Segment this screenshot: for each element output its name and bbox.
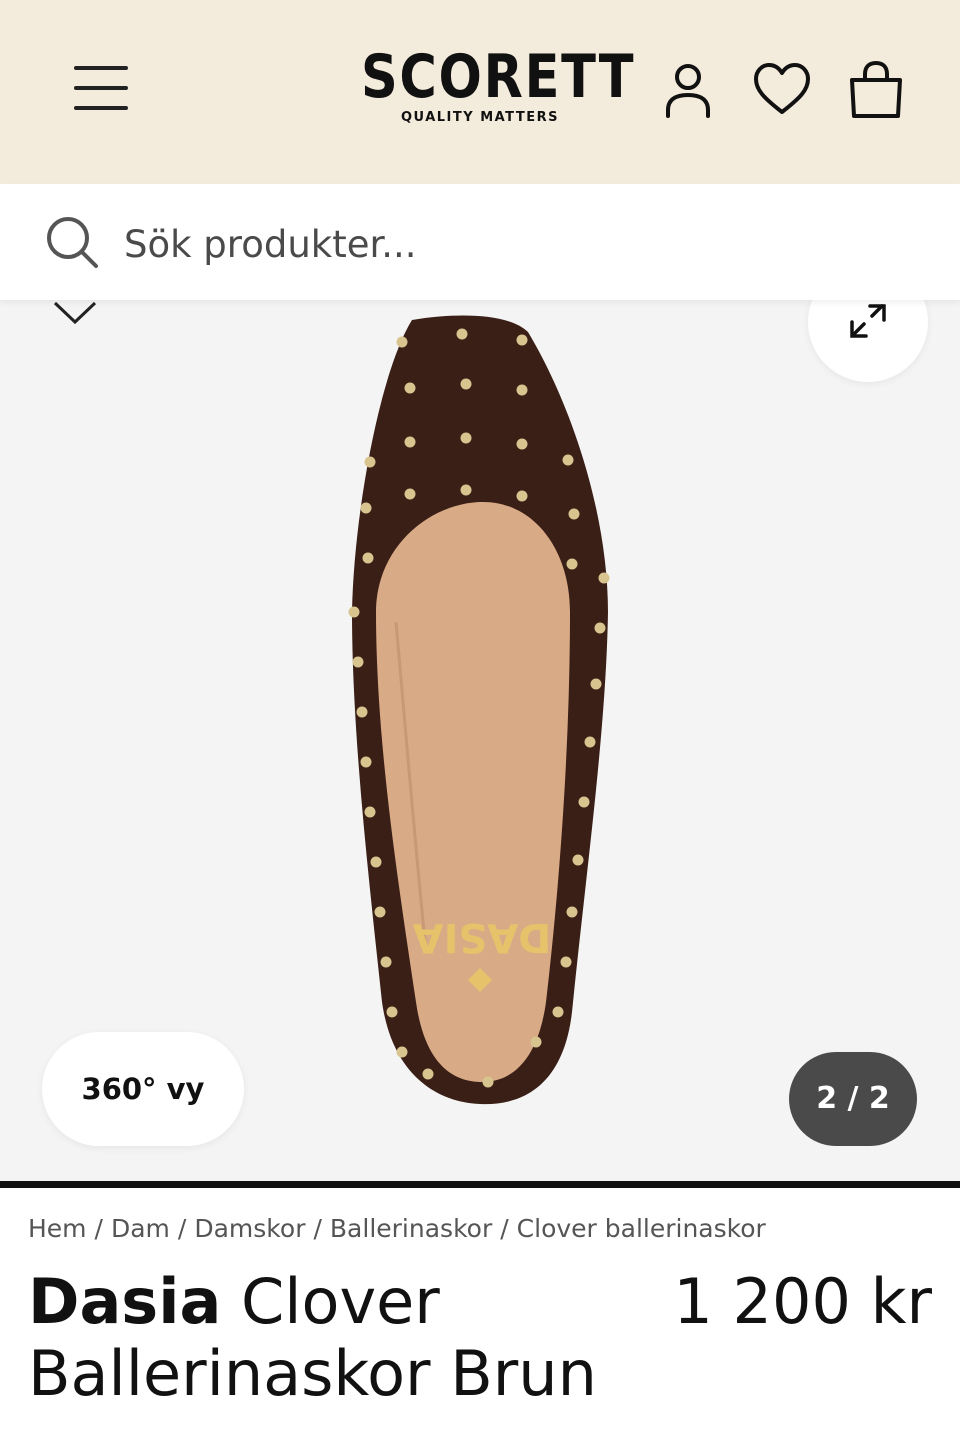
hamburger-menu-icon[interactable] xyxy=(72,62,130,114)
chevron-down-icon[interactable] xyxy=(52,300,98,326)
shoe-stud xyxy=(578,796,590,808)
shoe-stud xyxy=(374,906,386,918)
shoe-stud xyxy=(568,508,580,520)
shoe-stud xyxy=(364,806,376,818)
insole-brand: DASIA xyxy=(413,914,552,960)
shoe-stud xyxy=(590,678,602,690)
logo[interactable]: SCORETT QUALITY MATTERS xyxy=(340,42,636,125)
breadcrumb-item-damskor[interactable]: Damskor xyxy=(194,1214,305,1243)
shoe-stud xyxy=(482,1076,494,1088)
shoe-stud xyxy=(562,454,574,466)
shoe-stud xyxy=(396,1046,408,1058)
shoe-stud xyxy=(560,956,572,968)
shoe-stud xyxy=(594,622,606,634)
shoe-stud xyxy=(516,334,528,346)
product-image-shoe: DASIA xyxy=(348,315,610,1105)
heart-icon[interactable] xyxy=(752,60,812,120)
shoe-stud xyxy=(396,336,408,348)
image-counter: 2 / 2 xyxy=(789,1052,917,1146)
shoe-stud xyxy=(360,756,372,768)
logo-tagline: QUALITY MATTERS xyxy=(401,110,559,125)
shoe-stud xyxy=(364,456,376,468)
breadcrumb-item-hem[interactable]: Hem xyxy=(28,1214,87,1243)
shoe-stud xyxy=(530,1036,542,1048)
shoe-stud xyxy=(572,854,584,866)
shoe-stud xyxy=(404,436,416,448)
shoe-stud xyxy=(404,488,416,500)
shoe-stud xyxy=(460,378,472,390)
expand-arrows-icon xyxy=(850,304,886,338)
breadcrumb-separator: / xyxy=(313,1214,322,1243)
shoe-stud xyxy=(584,736,596,748)
shoe-stud xyxy=(516,384,528,396)
shoe-stud xyxy=(566,558,578,570)
search-input[interactable] xyxy=(122,210,906,278)
shoe-stud xyxy=(598,572,610,584)
breadcrumb-item-ballerinaskor[interactable]: Ballerinaskor xyxy=(330,1214,492,1243)
site-header: SCORETT QUALITY MATTERS xyxy=(0,0,960,184)
shoe-stud xyxy=(460,432,472,444)
shoe-stud xyxy=(352,656,364,668)
shoe-stud xyxy=(360,502,372,514)
shoe-stud xyxy=(348,606,360,618)
breadcrumb: Hem / Dam / Damskor / Ballerinaskor / Clover bal… xyxy=(28,1214,766,1243)
search-icon[interactable] xyxy=(44,214,100,270)
breadcrumb-item-clover[interactable]: Clover ballerinaskor xyxy=(517,1214,766,1243)
breadcrumb-separator: / xyxy=(94,1214,103,1243)
user-icon[interactable] xyxy=(658,60,718,120)
logo-wordmark: SCORETT xyxy=(361,42,636,112)
shoe-stud xyxy=(516,490,528,502)
shoe-stud xyxy=(380,956,392,968)
shopping-bag-icon[interactable] xyxy=(846,60,906,120)
shoe-stud xyxy=(356,706,368,718)
breadcrumb-separator: / xyxy=(500,1214,509,1243)
shoe-stud xyxy=(386,1006,398,1018)
product-brand: Dasia xyxy=(28,1265,222,1338)
breadcrumb-separator: / xyxy=(177,1214,187,1243)
view-360-button[interactable]: 360° vy xyxy=(42,1032,244,1146)
shoe-stud xyxy=(566,906,578,918)
shoe-stud xyxy=(552,1006,564,1018)
product-price: 1 200 kr xyxy=(673,1265,932,1338)
shoe-stud xyxy=(370,856,382,868)
shoe-stud xyxy=(456,328,468,340)
shoe-stud xyxy=(362,552,374,564)
breadcrumb-item-dam[interactable]: Dam xyxy=(111,1214,170,1243)
product-title: Dasia Clover Ballerinaskor Brun xyxy=(28,1266,668,1410)
shoe-stud xyxy=(404,382,416,394)
shoe-stud xyxy=(516,438,528,450)
shoe-stud xyxy=(422,1068,434,1080)
divider xyxy=(0,1181,960,1188)
shoe-stud xyxy=(460,484,472,496)
